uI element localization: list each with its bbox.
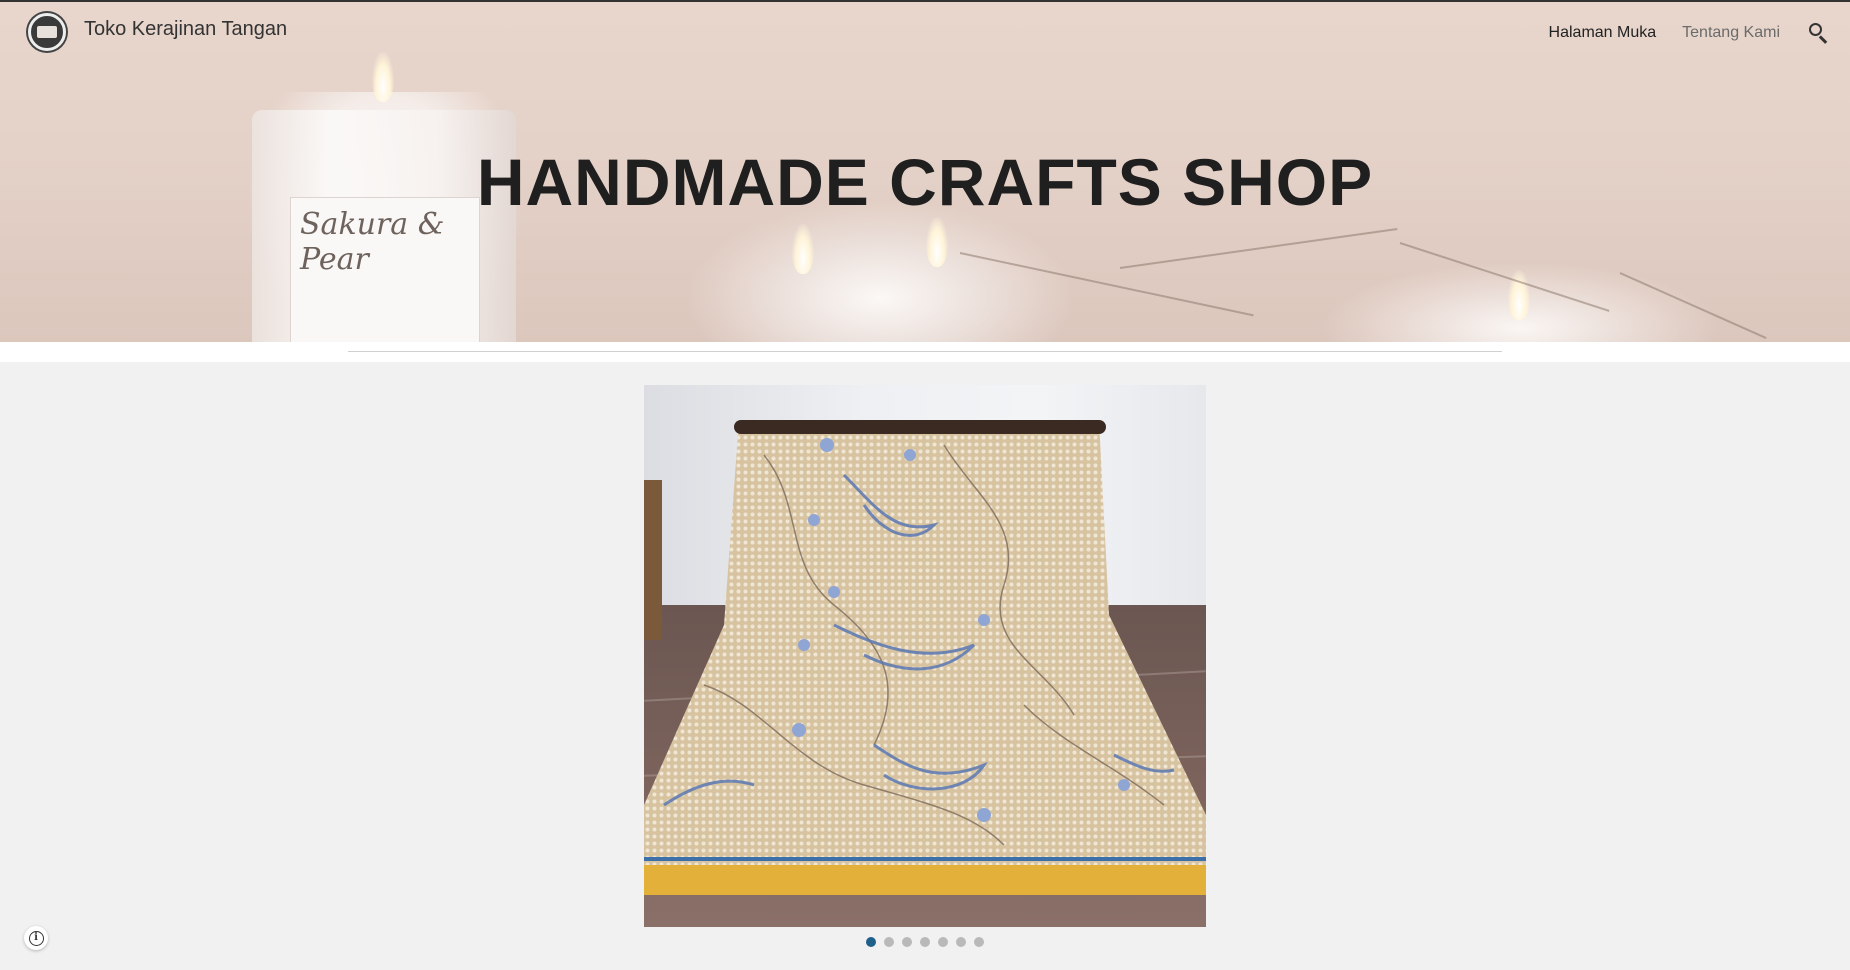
carousel-dot-6[interactable] (956, 937, 966, 947)
nav-item-tentang-kami[interactable]: Tentang Kami (1682, 24, 1780, 42)
carousel-dot-5[interactable] (938, 937, 948, 947)
image-carousel[interactable] (644, 385, 1206, 927)
search-icon[interactable] (1806, 20, 1832, 46)
flame-icon (792, 224, 814, 274)
carousel-dot-2[interactable] (884, 937, 894, 947)
top-nav: Halaman Muka Tentang Kami (1549, 20, 1850, 46)
divider-line (348, 351, 1502, 352)
info-icon[interactable]: i (24, 926, 48, 950)
nav-item-halaman-muka[interactable]: Halaman Muka (1549, 24, 1657, 42)
carousel-dot-7[interactable] (974, 937, 984, 947)
section-divider-band (0, 342, 1850, 362)
site-header: Sakura & Pear Toko Kerajinan Tangan Hala… (0, 0, 1850, 342)
candle-glow (690, 202, 1070, 342)
shop-logo-icon[interactable] (28, 13, 66, 51)
batik-cloth-image (644, 420, 1206, 895)
flame-icon (926, 217, 948, 267)
hanging-rod-image (734, 420, 1106, 434)
flame-icon (372, 52, 394, 102)
site-title[interactable]: Toko Kerajinan Tangan (84, 18, 287, 41)
carousel-pagination (866, 937, 984, 947)
carousel-dot-1[interactable] (866, 937, 876, 947)
carousel-dot-4[interactable] (920, 937, 930, 947)
carousel-dot-3[interactable] (902, 937, 912, 947)
page-title: HANDMADE CRAFTS SHOP (476, 145, 1374, 219)
